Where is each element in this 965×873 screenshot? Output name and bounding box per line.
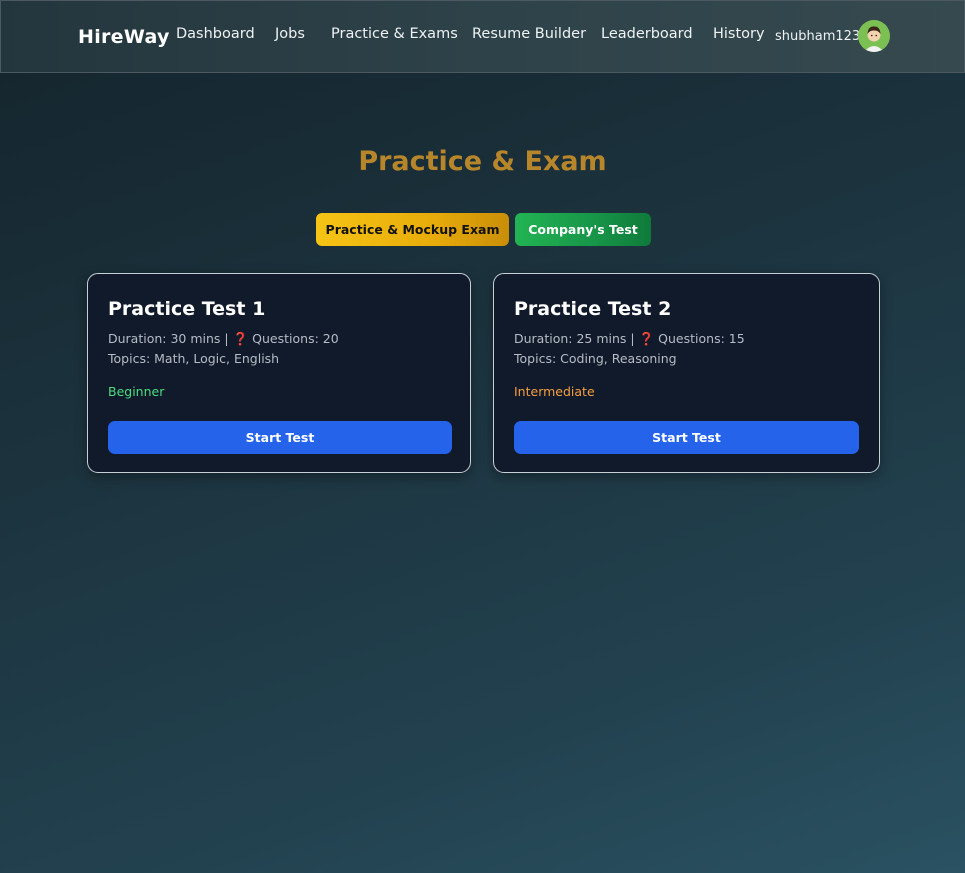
- questions-count: Questions: 20: [252, 331, 339, 346]
- brand-logo[interactable]: HireWay: [78, 26, 170, 48]
- questions-count: Questions: 15: [658, 331, 745, 346]
- avatar-illustration: [858, 20, 890, 52]
- username-label[interactable]: shubham123: [775, 29, 860, 44]
- start-test-button[interactable]: Start Test: [514, 421, 859, 454]
- difficulty-level: Intermediate: [514, 384, 595, 399]
- card-title: Practice Test 1: [108, 298, 266, 320]
- duration-text: Duration: 30 mins |: [108, 331, 229, 346]
- top-navbar: HireWay Dashboard Jobs Practice & Exams …: [0, 0, 965, 73]
- card-meta: Duration: 25 mins | ❓ Questions: 15: [514, 331, 745, 347]
- card-meta: Duration: 30 mins | ❓ Questions: 20: [108, 331, 339, 347]
- tab-company-test[interactable]: Company's Test: [515, 213, 651, 246]
- nav-link-resume-builder[interactable]: Resume Builder: [472, 26, 586, 42]
- page-title: Practice & Exam: [358, 146, 607, 177]
- duration-text: Duration: 25 mins |: [514, 331, 635, 346]
- card-topics: Topics: Coding, Reasoning: [514, 351, 677, 366]
- nav-link-history[interactable]: History: [713, 26, 765, 42]
- nav-link-jobs[interactable]: Jobs: [275, 26, 305, 42]
- practice-test-card: Practice Test 1 Duration: 30 mins | ❓ Qu…: [87, 273, 471, 473]
- difficulty-level: Beginner: [108, 384, 165, 399]
- nav-link-practice-exams[interactable]: Practice & Exams: [331, 26, 458, 42]
- question-mark-icon: ❓: [638, 331, 655, 346]
- card-title: Practice Test 2: [514, 298, 672, 320]
- card-topics: Topics: Math, Logic, English: [108, 351, 280, 366]
- question-mark-icon: ❓: [232, 331, 249, 346]
- practice-test-card: Practice Test 2 Duration: 25 mins | ❓ Qu…: [493, 273, 880, 473]
- nav-link-dashboard[interactable]: Dashboard: [176, 26, 255, 42]
- tab-practice-mockup-exam[interactable]: Practice & Mockup Exam: [316, 213, 509, 246]
- user-avatar-icon[interactable]: [858, 20, 890, 52]
- nav-link-leaderboard[interactable]: Leaderboard: [601, 26, 693, 42]
- start-test-button[interactable]: Start Test: [108, 421, 452, 454]
